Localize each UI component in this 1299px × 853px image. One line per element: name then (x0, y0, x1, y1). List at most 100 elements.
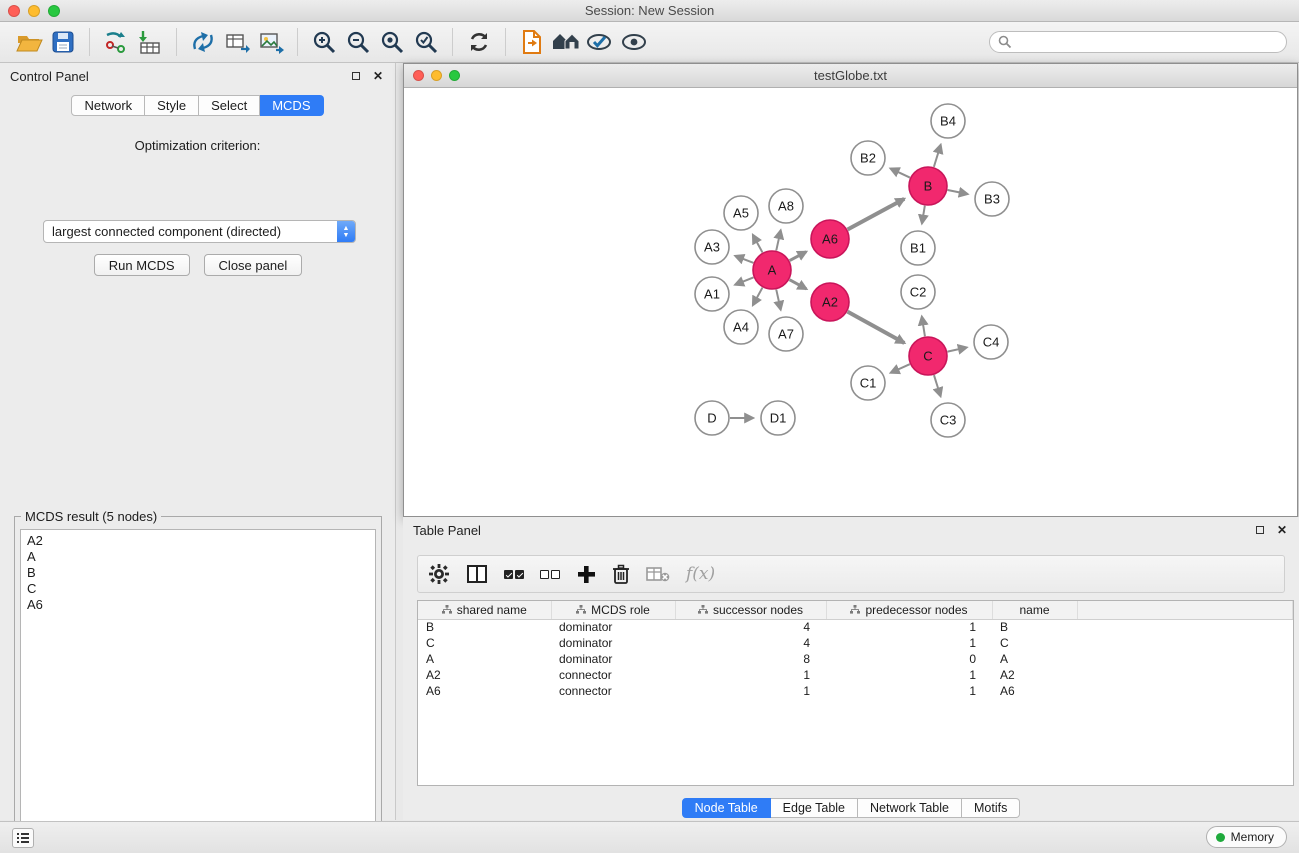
graph-edge[interactable] (848, 312, 905, 343)
graph-node-C3[interactable]: C3 (931, 403, 965, 437)
table-row[interactable]: A2connector11A2 (418, 667, 1293, 683)
table-cell[interactable]: B (418, 619, 551, 635)
graph-node-C1[interactable]: C1 (851, 366, 885, 400)
table-cell[interactable]: A (418, 651, 551, 667)
tab-network[interactable]: Network (71, 95, 145, 116)
table-cell[interactable]: A6 (992, 683, 1077, 699)
mcds-result-item[interactable]: C (27, 581, 369, 597)
table-cell[interactable]: C (418, 635, 551, 651)
mcds-result-item[interactable]: A2 (27, 533, 369, 549)
graph-node-C2[interactable]: C2 (901, 275, 935, 309)
tab-node-table[interactable]: Node Table (682, 798, 771, 818)
graph-edge[interactable] (735, 277, 753, 284)
table-cell[interactable]: dominator (551, 651, 675, 667)
open-file-button[interactable] (515, 26, 549, 58)
col-predecessor-nodes[interactable]: predecessor nodes (826, 601, 992, 619)
table-cell[interactable]: 1 (826, 635, 992, 651)
deselect-all-button[interactable] (540, 560, 560, 588)
graph-edge[interactable] (948, 347, 967, 351)
table-float-button[interactable] (1253, 523, 1267, 537)
graph-node-A1[interactable]: A1 (695, 277, 729, 311)
mcds-result-item[interactable]: A (27, 549, 369, 565)
table-cell[interactable]: 0 (826, 651, 992, 667)
network-window[interactable]: testGlobe.txt B4B2BB3A5A8A6A3B1AC2A1A2A4… (403, 63, 1298, 517)
graph-node-C4[interactable]: C4 (974, 325, 1008, 359)
graph-edge[interactable] (934, 375, 941, 396)
table-cell[interactable]: dominator (551, 635, 675, 651)
export-network-button[interactable] (186, 26, 220, 58)
col-name[interactable]: name (992, 601, 1077, 619)
graph-node-D[interactable]: D (695, 401, 729, 435)
float-panel-button[interactable] (349, 69, 363, 83)
table-cell[interactable]: A6 (418, 683, 551, 699)
graph-edge[interactable] (790, 280, 807, 289)
table-cell[interactable]: 1 (826, 683, 992, 699)
function-builder-button[interactable]: f(x) (686, 560, 715, 588)
table-cell[interactable] (1077, 667, 1293, 683)
task-history-button[interactable] (12, 828, 34, 848)
network-overview-button[interactable] (549, 26, 583, 58)
network-graph[interactable]: B4B2BB3A5A8A6A3B1AC2A1A2A4A7C4CC1C3DD1 (404, 88, 1297, 516)
close-panel-button[interactable]: ✕ (371, 69, 385, 83)
graph-node-B3[interactable]: B3 (975, 182, 1009, 216)
graph-edge[interactable] (891, 169, 910, 178)
graph-node-A6[interactable]: A6 (811, 220, 849, 258)
open-session-button[interactable] (12, 26, 46, 58)
table-cell[interactable]: connector (551, 683, 675, 699)
col-mcds-role[interactable]: MCDS role (551, 601, 675, 619)
graph-node-B2[interactable]: B2 (851, 141, 885, 175)
show-columns-button[interactable] (466, 560, 488, 588)
table-close-button[interactable]: ✕ (1275, 523, 1289, 537)
table-settings-button[interactable] (428, 560, 450, 588)
tab-mcds[interactable]: MCDS (260, 95, 323, 116)
graph-node-B1[interactable]: B1 (901, 231, 935, 265)
criterion-dropdown[interactable]: largest connected component (directed) ▲… (43, 220, 356, 243)
graph-node-A3[interactable]: A3 (695, 230, 729, 264)
close-window-button[interactable] (8, 5, 20, 17)
graph-node-A8[interactable]: A8 (769, 189, 803, 223)
tab-motifs[interactable]: Motifs (962, 798, 1020, 818)
delete-column-button[interactable] (612, 560, 630, 588)
graph-edge[interactable] (922, 317, 925, 337)
graph-node-B4[interactable]: B4 (931, 104, 965, 138)
graph-node-A[interactable]: A (753, 251, 791, 289)
search-input[interactable] (1012, 35, 1278, 49)
table-cell[interactable] (1077, 651, 1293, 667)
table-cell[interactable]: A2 (992, 667, 1077, 683)
mcds-result-item[interactable]: A6 (27, 597, 369, 613)
graph-edge[interactable] (848, 199, 905, 230)
graph-node-A5[interactable]: A5 (724, 196, 758, 230)
table-cell[interactable]: 1 (675, 683, 826, 699)
graph-edge[interactable] (922, 206, 925, 224)
import-network-button[interactable] (99, 26, 133, 58)
table-cell[interactable] (1077, 619, 1293, 635)
zoom-in-button[interactable] (307, 26, 341, 58)
table-row[interactable]: A6connector11A6 (418, 683, 1293, 699)
tab-style[interactable]: Style (145, 95, 199, 116)
col-shared-name[interactable]: shared name (418, 601, 551, 619)
table-cell[interactable]: A (992, 651, 1077, 667)
graph-edge[interactable] (934, 145, 941, 167)
graph-node-B[interactable]: B (909, 167, 947, 205)
zoom-selected-button[interactable] (409, 26, 443, 58)
table-cell[interactable]: 4 (675, 635, 826, 651)
save-session-button[interactable] (46, 26, 80, 58)
toggle-graphics-details-button[interactable] (583, 26, 617, 58)
mcds-result-item[interactable]: B (27, 565, 369, 581)
graph-edge[interactable] (753, 288, 763, 305)
graph-edge[interactable] (948, 190, 968, 194)
export-image-button[interactable] (254, 26, 288, 58)
run-mcds-button[interactable]: Run MCDS (94, 254, 190, 276)
graph-node-A2[interactable]: A2 (811, 283, 849, 321)
col-successor-nodes[interactable]: successor nodes (675, 601, 826, 619)
table-cell[interactable]: 1 (826, 667, 992, 683)
graph-node-A4[interactable]: A4 (724, 310, 758, 344)
memory-button[interactable]: Memory (1206, 826, 1287, 848)
create-column-button[interactable] (576, 560, 596, 588)
zoom-window-button[interactable] (48, 5, 60, 17)
toolbar-search[interactable] (989, 31, 1287, 53)
graph-node-D1[interactable]: D1 (761, 401, 795, 435)
tab-network-table[interactable]: Network Table (858, 798, 962, 818)
export-table-button[interactable] (220, 26, 254, 58)
network-minimize-button[interactable] (431, 70, 442, 81)
